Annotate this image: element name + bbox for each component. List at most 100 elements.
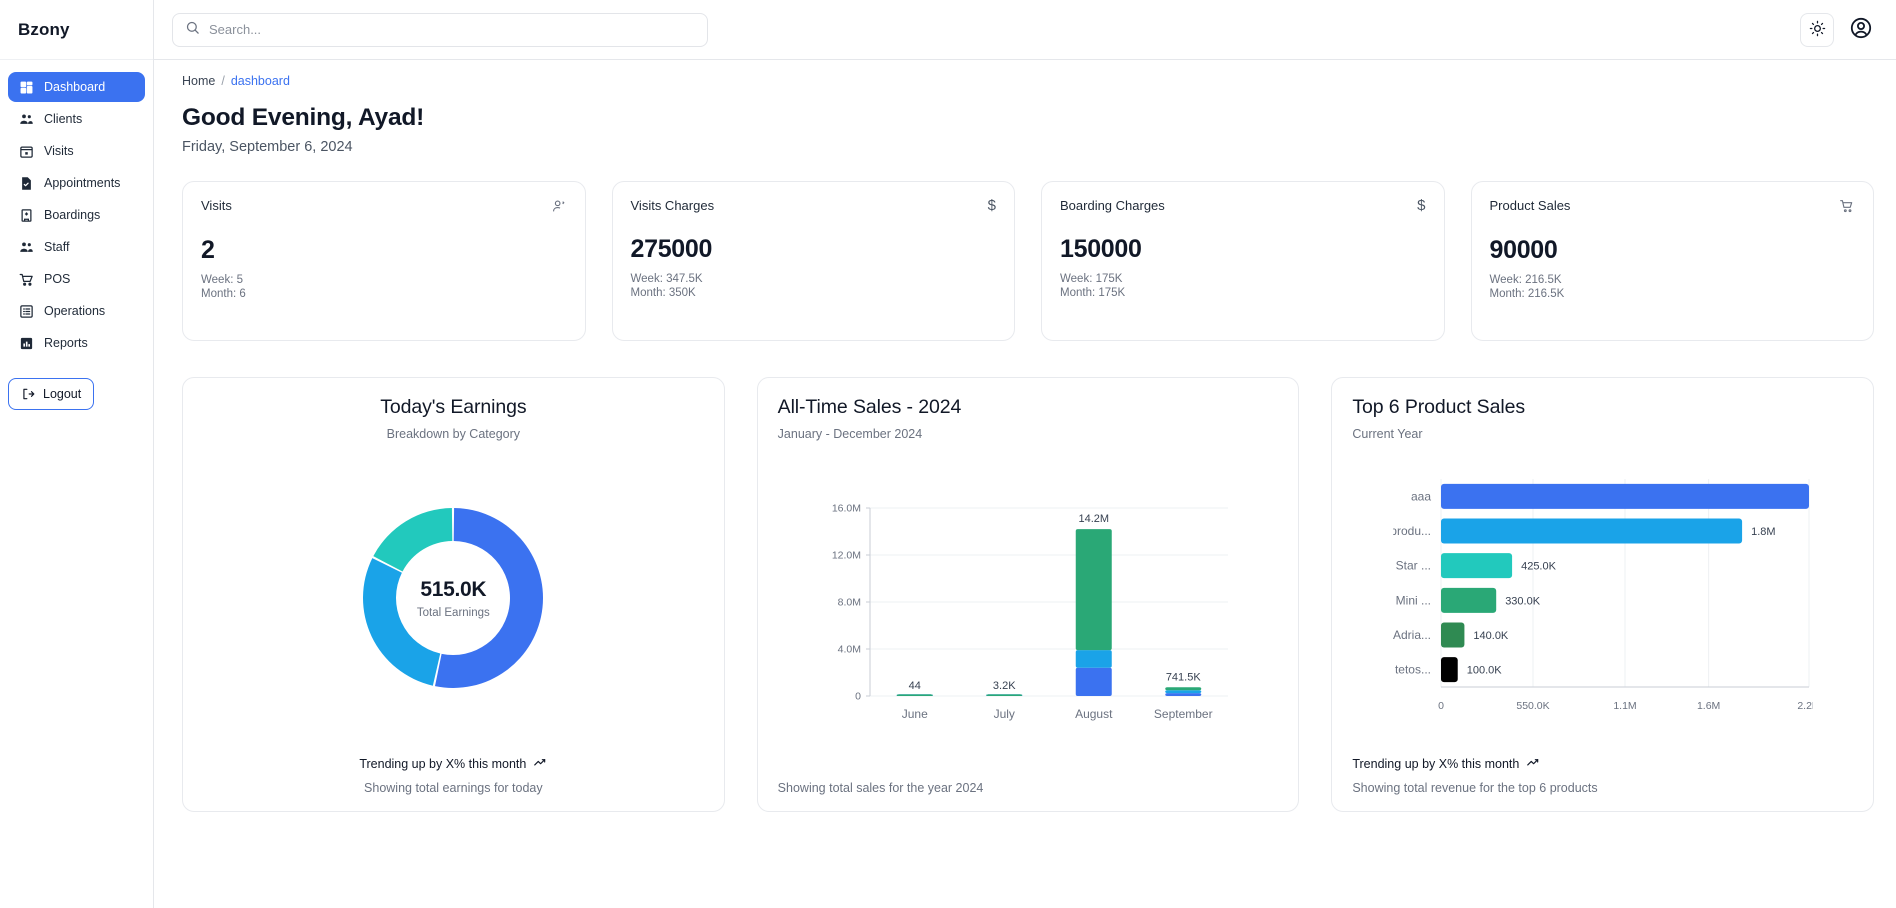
sidebar-item-label: Clients xyxy=(44,112,82,126)
chart-footer: Trending up by X% this month Showing tot… xyxy=(359,755,547,795)
stat-value: 275000 xyxy=(631,235,997,264)
bar-segment[interactable] xyxy=(897,694,933,696)
sidebar-item-visits[interactable]: Visits xyxy=(8,136,145,166)
bar[interactable] xyxy=(1441,623,1464,648)
y-axis-category-label: Adria... xyxy=(1393,628,1431,642)
bar-value-label: 100.0K xyxy=(1466,665,1502,677)
y-axis-tick-label: 16.0M xyxy=(832,503,861,515)
dollar-icon: $ xyxy=(1417,198,1425,213)
trending-up-icon xyxy=(1526,755,1540,772)
donut-slice[interactable] xyxy=(374,508,453,571)
sidebar-item-label: Operations xyxy=(44,304,105,318)
y-axis-tick-label: 8.0M xyxy=(838,597,861,609)
breadcrumb-current[interactable]: dashboard xyxy=(231,74,290,88)
sidebar-item-label: POS xyxy=(44,272,70,286)
file-check-icon xyxy=(18,175,34,191)
x-axis-tick-label: 2.2M xyxy=(1797,700,1813,712)
bar-segment[interactable] xyxy=(1076,529,1112,650)
sidebar: Bzony Dashboard Clients Visits xyxy=(0,0,154,908)
chart-title: Today's Earnings xyxy=(380,396,526,419)
bar-chart-body: 04.0M8.0M12.0M16.0M44June3.2KJuly14.2MAu… xyxy=(778,441,1279,781)
stat-week: Week: 5 xyxy=(201,273,567,287)
search-input[interactable] xyxy=(209,22,695,37)
bar-segment[interactable] xyxy=(1165,690,1201,693)
chart-subtitle: Current Year xyxy=(1352,427,1853,441)
page-content: Home / dashboard Good Evening, Ayad! Fri… xyxy=(154,60,1896,908)
sun-icon xyxy=(1809,20,1826,40)
bar-value-label: 140.0K xyxy=(1473,630,1509,642)
bar-chart-icon xyxy=(18,335,34,351)
stat-month: Month: 216.5K xyxy=(1490,287,1856,301)
bar-segment[interactable] xyxy=(1165,687,1201,690)
bar[interactable] xyxy=(1441,484,1809,509)
bar-segment[interactable] xyxy=(1076,668,1112,696)
chart-card-all-time-sales: All-Time Sales - 2024 January - December… xyxy=(757,377,1300,812)
sidebar-item-label: Reports xyxy=(44,336,88,350)
stat-title: Visits Charges xyxy=(631,198,715,213)
logout-button[interactable]: Logout xyxy=(8,378,94,410)
chart-title: Top 6 Product Sales xyxy=(1352,396,1853,419)
bar-value-label: 425.0K xyxy=(1521,561,1557,573)
user-circle-icon xyxy=(1849,16,1873,43)
stat-week: Week: 347.5K xyxy=(631,272,997,286)
donut-chart: 515.0K Total Earnings xyxy=(353,498,553,698)
sidebar-item-appointments[interactable]: Appointments xyxy=(8,168,145,198)
stat-card-boarding-charges: Boarding Charges $ 150000 Week: 175K Mon… xyxy=(1041,181,1445,341)
donut-slice[interactable] xyxy=(363,558,440,686)
chart-trend: Trending up by X% this month xyxy=(359,755,547,772)
bar[interactable] xyxy=(1441,657,1458,682)
bar[interactable] xyxy=(1441,553,1512,578)
stat-sub: Week: 175K Month: 175K xyxy=(1060,272,1426,301)
bar-value-label: 1.8M xyxy=(1751,526,1775,538)
stat-card-visits-charges: Visits Charges $ 275000 Week: 347.5K Mon… xyxy=(612,181,1016,341)
y-axis-category-label: Mini ... xyxy=(1395,593,1430,607)
stat-week: Week: 175K xyxy=(1060,272,1426,286)
breadcrumb: Home / dashboard xyxy=(182,74,1874,88)
stat-header: Boarding Charges $ xyxy=(1060,198,1426,213)
chart-note: Showing total sales for the year 2024 xyxy=(778,781,1279,795)
topbar-actions xyxy=(1800,13,1874,47)
logout-container: Logout xyxy=(0,358,153,410)
sidebar-item-label: Visits xyxy=(44,144,74,158)
stat-card-visits: Visits 2 Week: 5 Month: 6 xyxy=(182,181,586,341)
chart-card-todays-earnings: Today's Earnings Breakdown by Category 5… xyxy=(182,377,725,812)
bar[interactable] xyxy=(1441,588,1496,613)
sidebar-item-clients[interactable]: Clients xyxy=(8,104,145,134)
bar-value-label: 741.5K xyxy=(1166,671,1202,683)
logout-label: Logout xyxy=(43,387,81,401)
bar-segment[interactable] xyxy=(1076,650,1112,668)
sidebar-item-reports[interactable]: Reports xyxy=(8,328,145,358)
search-container[interactable] xyxy=(172,13,708,47)
account-button[interactable] xyxy=(1848,17,1874,43)
dollar-icon: $ xyxy=(988,198,996,213)
breadcrumb-home[interactable]: Home xyxy=(182,74,215,88)
list-icon xyxy=(18,303,34,319)
theme-toggle-button[interactable] xyxy=(1800,13,1834,47)
user-plus-icon xyxy=(551,198,567,214)
y-axis-category-label: aaa xyxy=(1411,489,1431,503)
stat-sub: Week: 5 Month: 6 xyxy=(201,273,567,302)
sidebar-item-operations[interactable]: Operations xyxy=(8,296,145,326)
sidebar-item-staff[interactable]: Staff xyxy=(8,232,145,262)
chart-card-top-products: Top 6 Product Sales Current Year 0550.0K… xyxy=(1331,377,1874,812)
bar[interactable] xyxy=(1441,519,1742,544)
users-icon xyxy=(18,111,34,127)
chart-note: Showing total revenue for the top 6 prod… xyxy=(1352,781,1853,795)
x-axis-category-label: June xyxy=(902,707,928,721)
y-axis-tick-label: 12.0M xyxy=(832,550,861,562)
topbar xyxy=(154,0,1896,60)
sidebar-item-pos[interactable]: POS xyxy=(8,264,145,294)
stat-value: 150000 xyxy=(1060,235,1426,264)
sidebar-item-dashboard[interactable]: Dashboard xyxy=(8,72,145,102)
chart-trend-text: Trending up by X% this month xyxy=(1352,757,1519,771)
sidebar-item-boardings[interactable]: Boardings xyxy=(8,200,145,230)
trending-up-icon xyxy=(533,755,547,772)
stat-header: Visits xyxy=(201,198,567,214)
bar-segment[interactable] xyxy=(1165,693,1201,696)
bar-value-label: 44 xyxy=(909,680,921,692)
bar-segment[interactable] xyxy=(986,694,1022,696)
stat-month: Month: 350K xyxy=(631,286,997,300)
page-date: Friday, September 6, 2024 xyxy=(182,139,1874,155)
bar-value-label: 330.0K xyxy=(1505,595,1541,607)
main-area: Home / dashboard Good Evening, Ayad! Fri… xyxy=(154,0,1896,908)
